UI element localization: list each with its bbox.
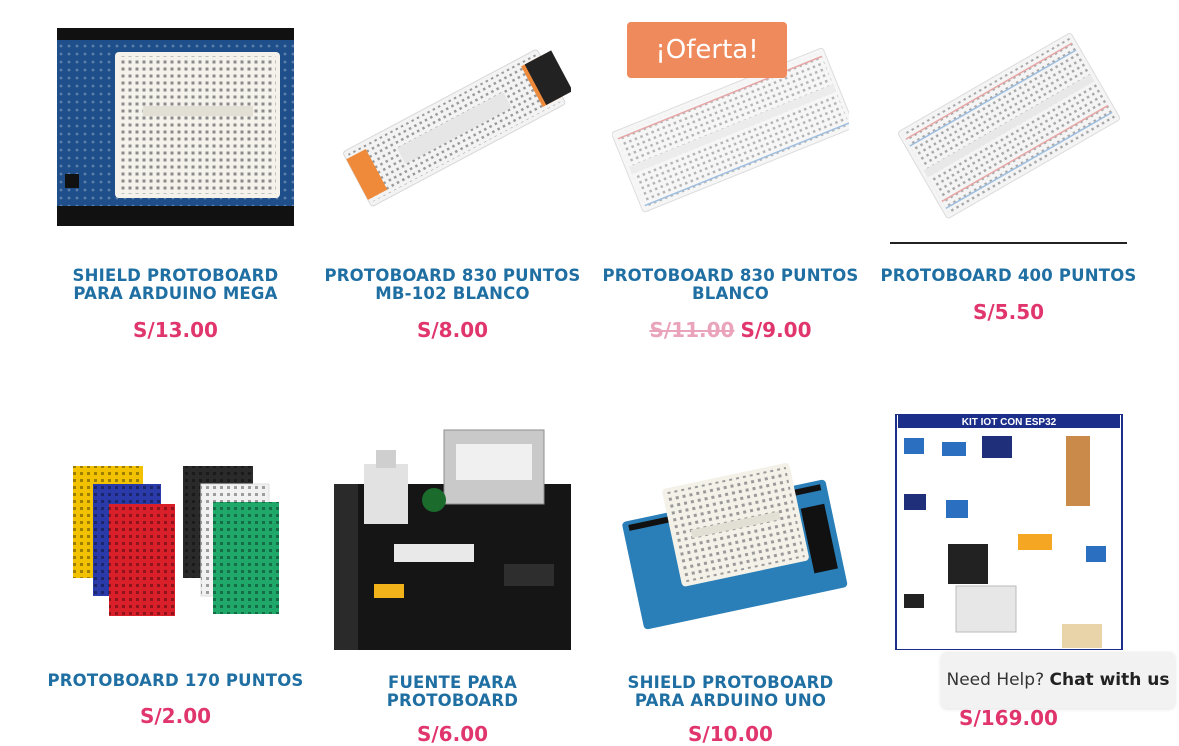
product-price: S/2.00	[139, 704, 212, 728]
product-card[interactable]: SHIELD PROTOBOARD PARA ARDUINO MEGA S/13.…	[57, 10, 294, 370]
product-image[interactable]	[57, 10, 294, 246]
product-image[interactable]	[612, 414, 849, 650]
sale-price: S/9.00	[740, 318, 812, 342]
chat-prompt: Need Help?	[946, 670, 1045, 690]
product-price: S/10.00	[688, 722, 773, 746]
chat-widget[interactable]: Need Help? Chat with us	[941, 652, 1175, 708]
product-title[interactable]: SHIELD PROTOBOARD PARA ARDUINO UNO	[602, 674, 859, 710]
product-card[interactable]: PROTOBOARD 830 PUNTOS MB-102 BLANCO S/8.0…	[324, 10, 580, 370]
product-title[interactable]: PROTOBOARD 830 PUNTOS MB-102 BLANCO	[324, 267, 581, 303]
product-price: S/6.00	[416, 722, 489, 746]
product-card[interactable]: PROTOBOARD 400 PUNTOS S/5.50	[880, 6, 1136, 366]
sale-badge: ¡Oferta!	[627, 22, 787, 78]
product-title[interactable]: PROTOBOARD 830 PUNTOS BLANCO	[602, 267, 859, 303]
product-card[interactable]: FUENTE PARA PROTOBOARD S/6.00	[334, 414, 571, 746]
product-title[interactable]: SHIELD PROTOBOARD PARA ARDUINO MEGA	[47, 267, 304, 303]
chat-action[interactable]: Chat with us	[1050, 670, 1170, 690]
product-card[interactable]: SHIELD PROTOBOARD PARA ARDUINO UNO S/10.0…	[612, 414, 849, 746]
product-title[interactable]: FUENTE PARA PROTOBOARD	[324, 674, 581, 710]
product-price: S/169.00	[959, 706, 1058, 730]
product-image[interactable]	[57, 414, 294, 650]
product-title[interactable]: PROTOBOARD 400 PUNTOS	[880, 267, 1137, 285]
product-title[interactable]: PROTOBOARD 170 PUNTOS	[47, 672, 304, 690]
product-image[interactable]: KIT IOT CON ESP32	[890, 414, 1127, 650]
old-price: S/11.00	[649, 318, 735, 342]
product-image[interactable]	[334, 414, 571, 650]
kit-image-title: KIT IOT CON ESP32	[962, 417, 1057, 428]
product-price: S/8.00	[416, 318, 489, 342]
product-price: S/5.50	[972, 300, 1045, 324]
product-price: S/13.00	[133, 318, 218, 342]
product-price: S/11.00 S/9.00	[612, 318, 849, 342]
product-image[interactable]	[334, 10, 571, 246]
product-card[interactable]: PROTOBOARD 170 PUNTOS S/2.00	[47, 414, 303, 734]
product-image[interactable]	[890, 6, 1127, 244]
